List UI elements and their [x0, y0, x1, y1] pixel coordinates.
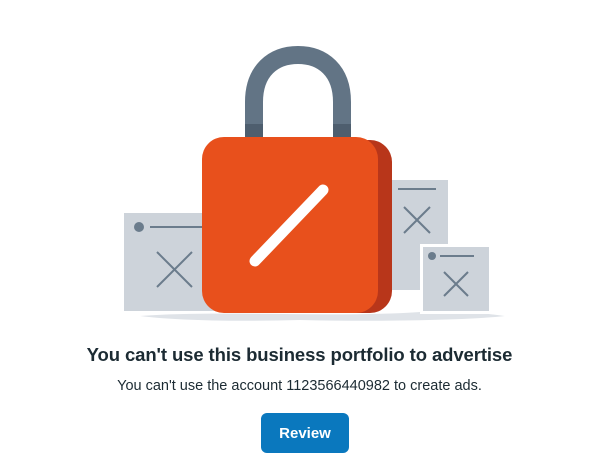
review-button[interactable]: Review: [261, 413, 349, 453]
left-card-dot: [134, 222, 144, 232]
padlock-shackle: [245, 45, 351, 146]
right-front-card-dot: [428, 252, 436, 260]
padlock-icon: [202, 45, 392, 313]
page-title: You can't use this business portfolio to…: [86, 344, 513, 365]
page-subtitle: You can't use the account 1123566440982 …: [117, 378, 482, 394]
locked-portfolio-illustration: [124, 45, 505, 321]
restriction-dialog: You can't use this business portfolio to…: [0, 0, 599, 469]
right-front-card: [420, 244, 492, 314]
